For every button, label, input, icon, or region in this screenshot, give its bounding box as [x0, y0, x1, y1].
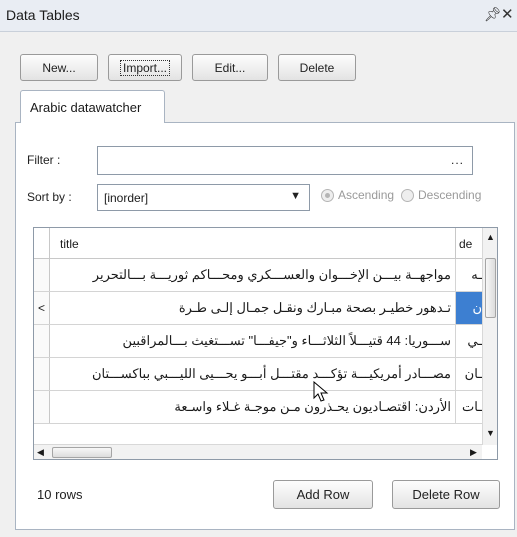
table-row[interactable]: مواجهــة بيـــن الإخـــوان والعســـكري و…: [34, 259, 482, 292]
row-header[interactable]: [34, 259, 50, 291]
ascending-radio-circle: [321, 188, 334, 202]
dropdown-arrow-icon: ▼: [290, 190, 301, 202]
row-header[interactable]: [34, 391, 50, 423]
cell-title[interactable]: مصـــادر أمريكيـــة تؤكـــد مقتـــل أبــ…: [51, 358, 455, 390]
window-titlebar: Data Tables 📌︎ ✕: [0, 0, 517, 32]
sort-select[interactable]: [inorder] ▼: [97, 184, 310, 211]
scroll-right-arrow-icon[interactable]: ▶: [470, 447, 477, 458]
delete-row-button[interactable]: Delete Row: [392, 480, 500, 509]
cell-de[interactable]: ـان: [456, 358, 482, 390]
horizontal-scrollbar[interactable]: ◀ ▶: [34, 444, 482, 459]
filter-browse-button[interactable]: ...: [451, 153, 464, 167]
grid-header: title de: [34, 228, 497, 259]
row-count-label: 10 rows: [37, 487, 83, 502]
table-row[interactable]: الأردن: اقتصـاديون يحـذرون مـن موجـة غـل…: [34, 391, 482, 424]
add-row-label: Add Row: [296, 487, 350, 502]
sort-selected-value: [inorder]: [104, 191, 149, 205]
descending-radio[interactable]: Descending: [401, 188, 481, 202]
cell-title[interactable]: مواجهــة بيـــن الإخـــوان والعســـكري و…: [51, 259, 455, 291]
mouse-cursor-icon: [313, 381, 329, 402]
import-button-label: Import...: [119, 59, 171, 76]
row-header[interactable]: <: [34, 292, 50, 324]
delete-row-label: Delete Row: [412, 487, 480, 502]
row-header[interactable]: [34, 325, 50, 357]
table-row[interactable]: ســـوريا: 44 قتيـــلاً الثلاثـــاء و"جيف…: [34, 325, 482, 358]
table-row[interactable]: مصـــادر أمريكيـــة تؤكـــد مقتـــل أبــ…: [34, 358, 482, 391]
sort-label: Sort by :: [27, 190, 72, 204]
descending-label: Descending: [418, 188, 482, 202]
import-button[interactable]: Import...: [108, 54, 182, 81]
add-row-button[interactable]: Add Row: [273, 480, 373, 509]
descending-radio-circle: [401, 188, 414, 202]
close-icon[interactable]: ✕: [501, 5, 514, 23]
horizontal-scroll-thumb[interactable]: [52, 447, 112, 458]
edit-button-label: Edit...: [214, 60, 246, 75]
cell-title[interactable]: الأردن: اقتصـاديون يحـذرون مـن موجـة غـل…: [51, 391, 455, 423]
cell-title[interactable]: تـدهور خطيـر بصحة مبـارك ونقـل جمـال إلـ…: [51, 292, 455, 324]
grid-corner: [34, 228, 50, 259]
cell-de-selected[interactable]: ن: [456, 292, 482, 324]
ascending-label: Ascending: [338, 188, 395, 202]
window-title: Data Tables: [6, 7, 80, 23]
filter-label: Filter :: [27, 153, 61, 167]
table-row[interactable]: < تـدهور خطيـر بصحة مبـارك ونقـل جمـال إ…: [34, 292, 482, 325]
pin-icon[interactable]: 📌︎: [484, 6, 502, 23]
vertical-scroll-thumb[interactable]: [485, 258, 496, 318]
new-button[interactable]: New...: [20, 54, 98, 81]
scroll-left-arrow-icon[interactable]: ◀: [37, 447, 44, 458]
cell-de[interactable]: ـات: [456, 391, 482, 423]
cell-de[interactable]: ـي: [456, 325, 482, 357]
scroll-down-arrow-icon[interactable]: ▼: [486, 428, 495, 438]
cell-de[interactable]: ـه: [456, 259, 482, 291]
new-button-label: New...: [42, 60, 76, 75]
tab-label: Arabic datawatcher: [30, 100, 142, 115]
ascending-radio[interactable]: Ascending: [321, 188, 394, 202]
column-header-de[interactable]: de: [459, 237, 472, 251]
filter-input[interactable]: ...: [97, 146, 473, 175]
tab-arabic-datawatcher[interactable]: Arabic datawatcher: [20, 90, 165, 123]
cell-title[interactable]: ســـوريا: 44 قتيـــلاً الثلاثـــاء و"جيف…: [51, 325, 455, 357]
delete-button-label: Delete: [299, 60, 335, 75]
vertical-scrollbar[interactable]: ▲ ▼: [482, 228, 497, 445]
edit-button[interactable]: Edit...: [192, 54, 268, 81]
row-header[interactable]: [34, 358, 50, 390]
delete-button[interactable]: Delete: [278, 54, 356, 81]
scroll-up-arrow-icon[interactable]: ▲: [486, 232, 495, 242]
column-divider[interactable]: [455, 228, 456, 259]
data-grid[interactable]: title de مواجهــة بيـــن الإخـــوان والع…: [33, 227, 498, 460]
column-header-title[interactable]: title: [60, 237, 79, 251]
